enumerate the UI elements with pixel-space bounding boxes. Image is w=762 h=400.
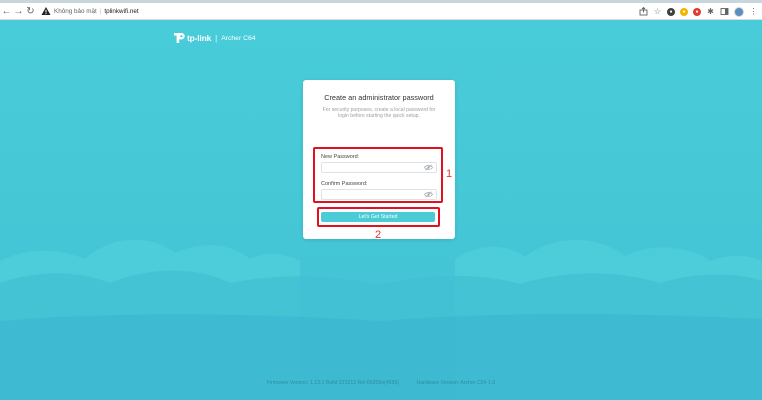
extension-circle-icon[interactable]: ● (667, 7, 675, 16)
annotation-box-start-button (317, 207, 440, 227)
brand-separator: | (215, 33, 218, 43)
url-text[interactable]: tplinkwifi.net (104, 8, 138, 15)
back-arrow-icon[interactable]: ← (1, 4, 12, 18)
reload-icon[interactable]: ↻ (25, 4, 36, 18)
annotation-number-1: 1 (446, 168, 453, 180)
warning-icon[interactable] (41, 6, 51, 16)
browser-toolbar: ← → ↻ Không bảo mật | tplinkwifi.net ☆ ●… (0, 3, 762, 20)
annotation-box-password-fields (313, 147, 443, 203)
bookmark-star-icon[interactable]: ☆ (653, 7, 662, 16)
security-status-text: Không bảo mật (54, 7, 97, 15)
profile-avatar[interactable] (734, 6, 744, 17)
brand-name: tp-link (187, 33, 212, 43)
extension-yellow-icon[interactable]: ● (680, 7, 688, 16)
menu-kebab-icon[interactable]: ⋮ (749, 7, 758, 16)
footer: Firmware Version: 1.13.1 Build 221212 Re… (0, 380, 762, 386)
card-description: For security purposes, create a local pa… (322, 107, 436, 119)
address-bar[interactable]: Không bảo mật | tplinkwifi.net (41, 5, 139, 18)
hardware-version: Hardware Version: Archer C64 1.0 (416, 380, 496, 386)
card-title: Create an administrator password (324, 93, 434, 102)
extension-red-icon[interactable]: ● (693, 7, 701, 16)
firmware-version: Firmware Version: 1.13.1 Build 221212 Re… (266, 380, 400, 386)
router-model: Archer C64 (221, 34, 256, 42)
address-separator: | (99, 7, 102, 15)
annotation-number-2: 2 (375, 229, 382, 241)
extensions-puzzle-icon[interactable]: ✱ (706, 7, 715, 16)
tp-link-logo-icon (174, 33, 185, 43)
side-panel-icon[interactable] (720, 7, 729, 16)
brand-header: tp-link | Archer C64 (172, 32, 256, 44)
forward-arrow-icon[interactable]: → (13, 4, 24, 18)
share-icon[interactable] (639, 7, 648, 16)
